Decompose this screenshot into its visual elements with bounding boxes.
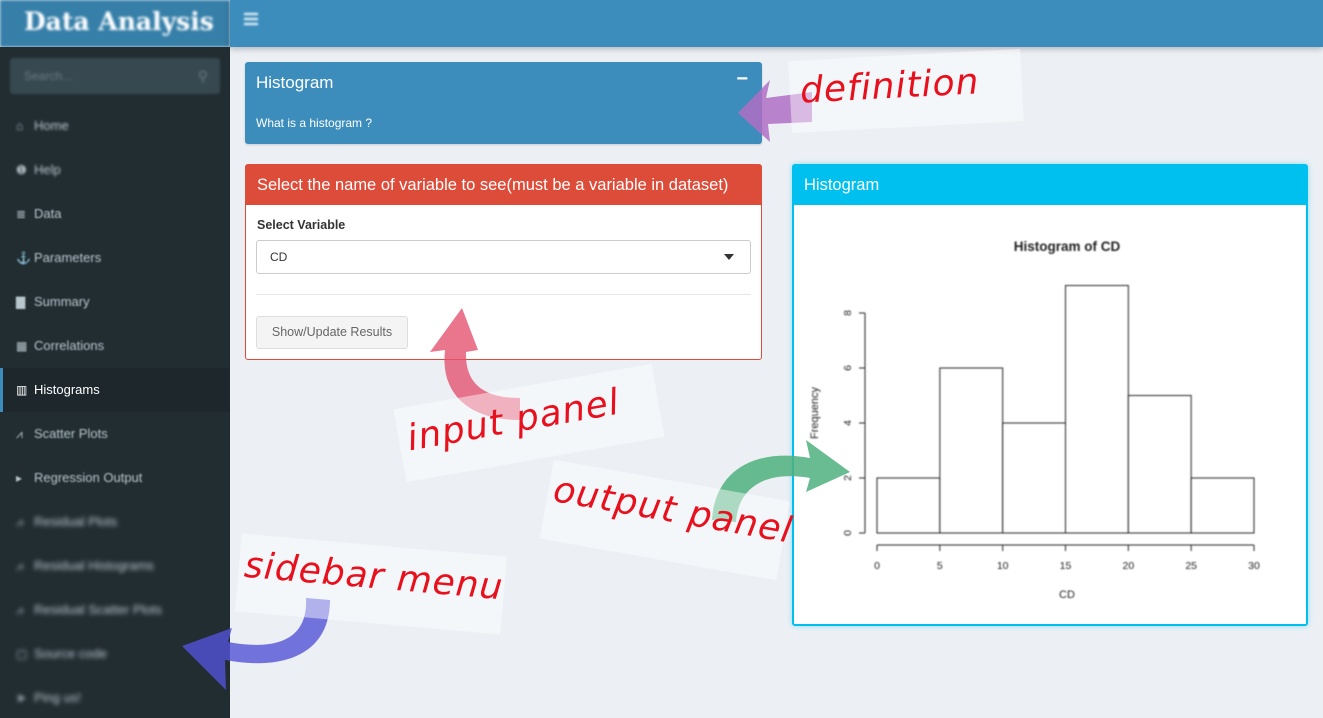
sidebar-item-parameters[interactable]: ⚓ Parameters — [0, 236, 230, 280]
arrow-icon: ▸ — [16, 471, 23, 485]
input-panel-title: Select the name of variable to see(must … — [246, 165, 761, 205]
table-icon: ▦ — [16, 339, 28, 353]
sidebar-item-label: Histograms — [34, 382, 100, 397]
sidebar-item-home[interactable]: ⌂ Home — [0, 104, 230, 148]
sidebar-toggle-icon[interactable] — [244, 13, 258, 27]
home-icon: ⌂ — [16, 119, 24, 133]
collapse-icon[interactable]: − — [736, 68, 748, 91]
x-tick-label: 25 — [1185, 560, 1197, 572]
y-tick-label: 8 — [842, 310, 854, 316]
sidebar-item-label: Correlations — [34, 338, 105, 353]
info-icon: ❶ — [16, 163, 27, 177]
sidebar-item-residual-scatter-plots[interactable]: ⩘ Residual Scatter Plots — [0, 588, 230, 632]
sidebar-item-residual-histograms[interactable]: ⩘ Residual Histograms — [0, 544, 230, 588]
line-chart-icon: ⩘ — [16, 559, 23, 573]
variable-select-value: CD — [270, 250, 288, 264]
chevron-down-icon — [724, 254, 734, 260]
sidebar-item-help[interactable]: ❶ Help — [0, 148, 230, 192]
sidebar-item-label: Residual Plots — [34, 514, 118, 529]
search-placeholder: Search... — [24, 69, 73, 83]
x-tick-label: 30 — [1248, 560, 1260, 572]
top-navbar — [230, 0, 1323, 47]
sidebar-item-label: Residual Scatter Plots — [34, 602, 162, 617]
definition-box: Histogram − What is a histogram ? — [245, 62, 762, 144]
sidebar-item-data[interactable]: ≣ Data — [0, 192, 230, 236]
output-panel: Histogram Histogram of CD Frequency CD 0… — [792, 164, 1308, 626]
sidebar-item-label: Help — [34, 162, 61, 177]
search-input[interactable]: Search... ⚲ — [10, 58, 220, 94]
y-tick-label: 6 — [842, 365, 854, 371]
app-logo[interactable]: Data Analysis — [0, 0, 230, 47]
x-tick-label: 0 — [874, 560, 880, 572]
output-panel-title: Histogram — [794, 166, 1306, 205]
search-icon[interactable]: ⚲ — [198, 58, 208, 94]
sidebar-item-label: Summary — [34, 294, 90, 309]
bar-chart-icon: ▥ — [16, 383, 28, 397]
sidebar-item-scatter-plots[interactable]: ⩘ Scatter Plots — [0, 412, 230, 456]
x-axis-label: CD — [1059, 589, 1075, 601]
book-icon: ▇ — [16, 295, 26, 309]
sidebar-item-summary[interactable]: ▇ Summary — [0, 280, 230, 324]
line-chart-icon: ⩘ — [16, 515, 23, 529]
histogram-bar — [1127, 395, 1192, 534]
x-tick-label: 5 — [937, 560, 943, 572]
sidebar-item-source-code[interactable]: ▢ Source code — [0, 632, 230, 676]
select-variable-label: Select Variable — [257, 218, 346, 232]
sidebar-item-label: Residual Histograms — [34, 558, 154, 573]
sidebar-item-correlations[interactable]: ▦ Correlations — [0, 324, 230, 368]
histogram-bar — [1065, 285, 1129, 534]
sidebar-item-ping-us[interactable]: ➤ Ping us! — [0, 676, 230, 718]
histogram-bar — [939, 367, 1004, 534]
definition-box-title: Histogram — [256, 73, 334, 92]
definition-text[interactable]: What is a histogram ? — [256, 116, 372, 130]
y-axis-label: Frequency — [809, 387, 821, 439]
sidebar-item-label: Parameters — [34, 250, 102, 265]
sidebar-item-label: Source code — [34, 646, 107, 661]
y-tick-label: 4 — [842, 420, 854, 426]
input-panel: Select the name of variable to see(must … — [245, 164, 762, 360]
divider — [256, 294, 751, 295]
sidebar-item-label: Data — [34, 206, 62, 221]
line-chart-icon: ⩘ — [16, 427, 23, 441]
y-tick-label: 0 — [842, 530, 854, 536]
sidebar-item-label: Ping us! — [34, 690, 81, 705]
file-icon: ▢ — [16, 647, 28, 661]
sidebar-item-residual-plots[interactable]: ⩘ Residual Plots — [0, 500, 230, 544]
line-chart-icon: ⩘ — [16, 603, 23, 617]
histogram-bar — [876, 477, 941, 534]
anchor-icon: ⚓ — [16, 251, 31, 265]
variable-select[interactable]: CD — [256, 240, 751, 274]
histogram-chart: Histogram of CD Frequency CD 0 5 10 15 20 25 3… — [809, 239, 1260, 601]
sidebar: Search... ⚲ ⌂ Home ❶ Help ≣ Data ⚓ Parameters ▇ S… — [0, 47, 230, 718]
y-tick-label: 2 — [842, 475, 854, 481]
sidebar-item-label: Scatter Plots — [34, 426, 108, 441]
histogram-bar — [1002, 422, 1067, 534]
chart-title: Histogram of CD — [1014, 239, 1121, 254]
x-tick-label: 10 — [997, 560, 1009, 572]
send-icon: ➤ — [16, 691, 27, 705]
sidebar-item-label: Regression Output — [34, 470, 143, 485]
sidebar-item-histograms[interactable]: ▥ Histograms — [0, 368, 230, 412]
sidebar-item-label: Home — [34, 118, 69, 133]
x-tick-label: 20 — [1122, 560, 1134, 572]
sidebar-menu: ⌂ Home ❶ Help ≣ Data ⚓ Parameters ▇ Summary ▦ Corre… — [0, 104, 230, 718]
x-tick-label: 15 — [1060, 560, 1072, 572]
sidebar-item-regression-output[interactable]: ▸ Regression Output — [0, 456, 230, 500]
histogram-bar — [1190, 477, 1255, 534]
show-update-results-button[interactable]: Show/Update Results — [256, 316, 408, 349]
database-icon: ≣ — [16, 207, 27, 221]
